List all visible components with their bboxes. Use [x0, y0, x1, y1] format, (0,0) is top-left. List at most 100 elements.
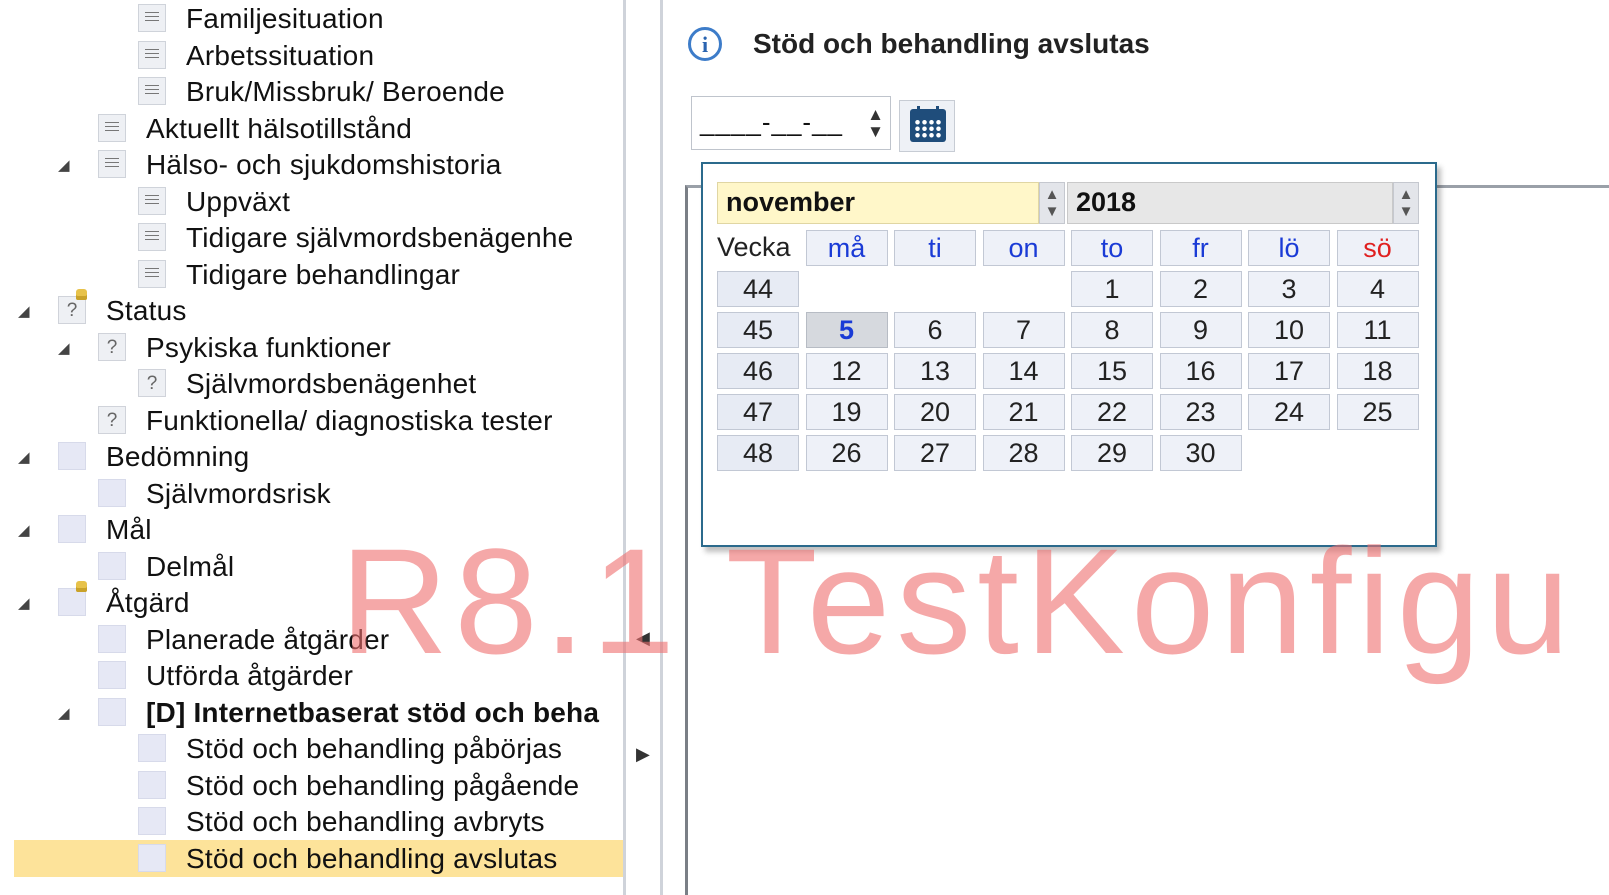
- tree-item-label: Tidigare självmordsbenägenhe: [186, 222, 574, 253]
- tree-item[interactable]: Planerade åtgärder: [14, 621, 640, 658]
- tree-item[interactable]: ◢ [D] Internetbaserat stöd och beha: [14, 694, 640, 731]
- expand-arrow-icon[interactable]: ◢: [18, 448, 30, 466]
- form-panel: i Stöd och behandling avslutas ____-__-_…: [663, 0, 1609, 895]
- blank-icon: [58, 442, 86, 470]
- tree-item[interactable]: Stöd och behandling påbörjas: [14, 730, 640, 767]
- day-cell[interactable]: 19: [805, 394, 888, 430]
- expand-right-icon[interactable]: ▶: [636, 744, 650, 765]
- form-title: Stöd och behandling avslutas: [753, 28, 1150, 59]
- day-cell[interactable]: 24: [1248, 394, 1330, 430]
- date-value[interactable]: ____-__-__: [700, 107, 843, 138]
- tree-item-label: Självmordsbenägenhet: [186, 368, 477, 399]
- day-cell[interactable]: 17: [1248, 353, 1330, 389]
- day-cell[interactable]: 6: [894, 312, 976, 348]
- tree-item-label: Mål: [106, 514, 152, 545]
- highlighted-day-cell[interactable]: 5: [805, 312, 888, 348]
- day-cell[interactable]: 12: [805, 353, 888, 389]
- tree-item[interactable]: ? Självmordsbenägenhet: [14, 365, 640, 402]
- expand-arrow-icon[interactable]: ◢: [58, 704, 70, 722]
- day-cell[interactable]: 8: [1071, 312, 1153, 348]
- tree-item[interactable]: Delmål: [14, 548, 640, 585]
- year-spinner-icon[interactable]: ▲ ▼: [1393, 182, 1419, 224]
- tree-item[interactable]: Aktuellt hälsotillstånd: [14, 110, 640, 147]
- weekday-header: lö: [1248, 230, 1330, 266]
- tree-item[interactable]: Utförda åtgärder: [14, 657, 640, 694]
- date-spinner-icon[interactable]: ▲ ▼: [867, 106, 884, 140]
- expand-arrow-icon[interactable]: ◢: [18, 594, 30, 612]
- day-cell[interactable]: 18: [1336, 353, 1419, 389]
- tree-item[interactable]: ? Funktionella/ diagnostiska tester: [14, 402, 640, 439]
- expand-arrow-icon[interactable]: ◢: [58, 156, 70, 174]
- expand-arrow-icon[interactable]: ◢: [18, 302, 30, 320]
- tree-item[interactable]: ◢? Psykiska funktioner: [14, 329, 640, 366]
- tree-item[interactable]: Familjesituation: [14, 0, 640, 37]
- tree-item[interactable]: ◢ Åtgärd: [14, 581, 640, 621]
- tree-item[interactable]: ◢ Bedömning: [14, 438, 640, 475]
- blank-icon: [98, 478, 126, 507]
- day-cell[interactable]: 21: [982, 394, 1065, 430]
- year-field[interactable]: 2018: [1067, 182, 1393, 224]
- day-cell[interactable]: 28: [982, 435, 1065, 471]
- blank-icon: [98, 661, 126, 689]
- tree-item[interactable]: ◢ Mål: [14, 511, 640, 548]
- navigation-tree: Familjesituation Arbetssituation Bruk/Miss…: [0, 0, 640, 895]
- day-cell[interactable]: 7: [982, 312, 1065, 348]
- calendar-button[interactable]: [899, 100, 955, 152]
- tree-item[interactable]: Självmordsrisk: [14, 475, 640, 512]
- day-cell[interactable]: 2: [1159, 271, 1242, 307]
- day-cell[interactable]: 20: [894, 394, 976, 430]
- day-cell[interactable]: 13: [894, 353, 976, 389]
- week-number: 48: [717, 435, 799, 471]
- day-cell[interactable]: 30: [1159, 435, 1242, 471]
- tree-item-label: Aktuellt hälsotillstånd: [146, 112, 413, 144]
- tree-item-label: Bedömning: [106, 441, 250, 472]
- tree-item[interactable]: ◢? Status: [14, 289, 640, 329]
- tree-item-label: Uppväxt: [186, 185, 291, 217]
- pane-splitter[interactable]: ◀ ▶: [623, 0, 663, 895]
- day-cell[interactable]: 3: [1248, 271, 1330, 307]
- tree-item[interactable]: Arbetssituation: [14, 37, 640, 74]
- collapse-left-icon[interactable]: ◀: [636, 628, 650, 649]
- tree-item[interactable]: Stöd och behandling pågående: [14, 767, 640, 804]
- tree-item-label: Tidigare behandlingar: [186, 258, 461, 290]
- day-cell[interactable]: 29: [1071, 435, 1153, 471]
- tree-item-label: Hälso- och sjukdomshistoria: [146, 149, 502, 180]
- question-icon: ?: [98, 332, 126, 361]
- day-cell[interactable]: 4: [1336, 271, 1419, 307]
- day-cell[interactable]: 15: [1071, 353, 1153, 389]
- tree-item[interactable]: Tidigare självmordsbenägenhe: [14, 219, 640, 256]
- calendar-icon: [910, 106, 946, 142]
- day-cell[interactable]: 27: [894, 435, 976, 471]
- blank-icon: [138, 734, 166, 762]
- tree-item[interactable]: Tidigare behandlingar: [14, 256, 640, 293]
- expand-arrow-icon[interactable]: ◢: [58, 339, 70, 357]
- expand-arrow-icon[interactable]: ◢: [18, 521, 30, 539]
- tree-item-label: Stöd och behandling påbörjas: [186, 733, 563, 764]
- day-cell[interactable]: 9: [1159, 312, 1242, 348]
- tree-item-label: Åtgärd: [106, 587, 190, 618]
- day-cell[interactable]: 10: [1248, 312, 1330, 348]
- tree-item[interactable]: Stöd och behandling avbryts: [14, 803, 640, 840]
- day-cell[interactable]: 25: [1336, 394, 1419, 430]
- document-icon: [138, 77, 166, 105]
- day-cell[interactable]: 22: [1071, 394, 1153, 430]
- month-field[interactable]: november: [717, 182, 1039, 224]
- weekday-header: fr: [1159, 230, 1242, 266]
- question-icon: ?: [98, 405, 126, 434]
- day-cell[interactable]: 26: [805, 435, 888, 471]
- day-cell[interactable]: 16: [1159, 353, 1242, 389]
- tree-item[interactable]: Stöd och behandling avslutas: [14, 839, 640, 877]
- document-icon: [98, 150, 126, 178]
- tree-item[interactable]: Uppväxt: [14, 183, 640, 220]
- day-cell[interactable]: 1: [1071, 271, 1153, 307]
- week-number: 46: [717, 353, 799, 389]
- locked-question-icon: ?: [58, 289, 87, 324]
- date-input[interactable]: ____-__-__ ▲ ▼: [691, 96, 891, 150]
- blank-icon: [98, 551, 126, 580]
- tree-item[interactable]: Bruk/Missbruk/ Beroende: [14, 73, 640, 110]
- day-cell[interactable]: 23: [1159, 394, 1242, 430]
- tree-item[interactable]: ◢ Hälso- och sjukdomshistoria: [14, 146, 640, 183]
- day-cell[interactable]: 14: [982, 353, 1065, 389]
- month-spinner-icon[interactable]: ▲ ▼: [1039, 182, 1065, 224]
- day-cell[interactable]: 11: [1336, 312, 1419, 348]
